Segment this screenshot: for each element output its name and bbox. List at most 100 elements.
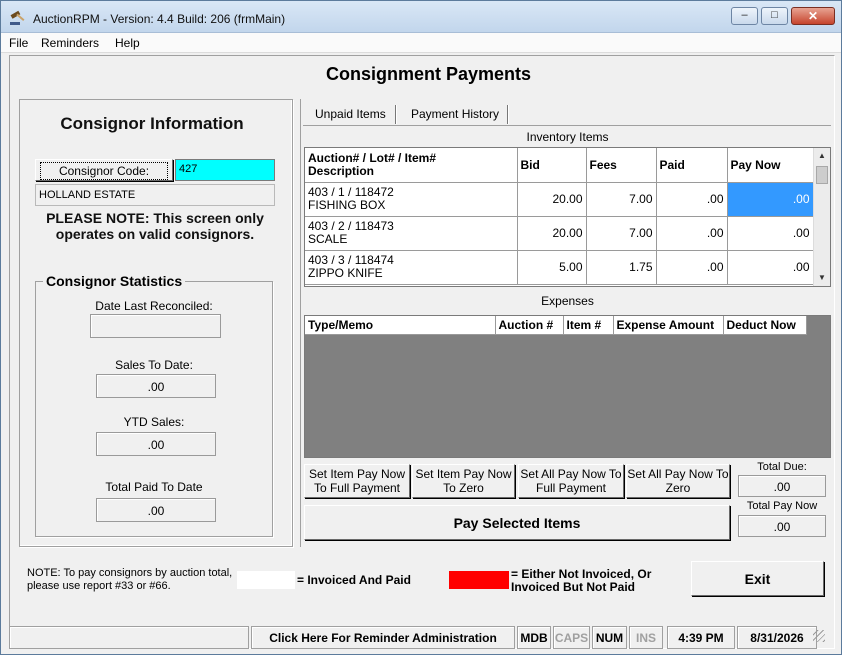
pay-now-cell[interactable]: .00	[727, 182, 814, 217]
expenses-grid: Type/Memo Auction # Item # Expense Amoun…	[304, 315, 831, 458]
bid-cell[interactable]: 20.00	[517, 216, 587, 251]
auction-gavel-icon	[10, 10, 25, 25]
sales-to-date-field: .00	[96, 374, 216, 398]
footer-note: NOTE: To pay consignors by auction total…	[27, 567, 233, 592]
scroll-up-icon[interactable]: ▲	[814, 148, 830, 164]
col-auction-number[interactable]: Auction #	[495, 316, 564, 335]
inventory-scrollbar[interactable]: ▲ ▼	[813, 148, 830, 286]
status-time: 4:39 PM	[667, 626, 735, 649]
maximize-icon: □	[771, 9, 778, 21]
inventory-row[interactable]: 403 / 2 / 118473 SCALE 20.00 7.00 .00 .00	[305, 216, 814, 251]
status-ins: INS	[629, 626, 663, 649]
paid-cell[interactable]: .00	[656, 250, 728, 285]
total-pay-now-label: Total Pay Now	[746, 500, 818, 512]
pay-now-cell[interactable]: .00	[727, 250, 814, 285]
total-pay-now-field: .00	[738, 515, 826, 537]
col-paid[interactable]: Paid	[656, 148, 728, 183]
bid-cell[interactable]: 20.00	[517, 182, 587, 217]
col-auction-lot-item[interactable]: Auction# / Lot# / Item# Description	[305, 148, 518, 183]
inventory-grid: Auction# / Lot# / Item# Description Bid …	[304, 147, 831, 287]
consignor-code-button-label: Consignor Code:	[40, 162, 168, 180]
date-last-reconciled-label: Date Last Reconciled:	[95, 299, 213, 313]
title-bar: AuctionRPM - Version: 4.4 Build: 206 (fr…	[1, 1, 841, 33]
legend-swatch-red	[449, 571, 509, 589]
col-bid[interactable]: Bid	[517, 148, 587, 183]
item-id: 403 / 2 / 118473	[308, 219, 394, 233]
pay-now-cell[interactable]: .00	[727, 216, 814, 251]
item-description: SCALE	[308, 232, 348, 246]
expenses-caption: Expenses	[541, 294, 594, 308]
total-paid-to-date-label: Total Paid To Date	[105, 480, 203, 494]
status-num: NUM	[592, 626, 627, 649]
close-button[interactable]: ✕	[791, 7, 835, 25]
legend-swatch-white	[237, 571, 295, 589]
col-deduct-now[interactable]: Deduct Now	[723, 316, 807, 335]
inventory-row[interactable]: 403 / 3 / 118474 ZIPPO KNIFE 5.00 1.75 .0…	[305, 250, 814, 285]
set-all-full-button[interactable]: Set All Pay Now To Full Payment	[518, 464, 624, 498]
window-title: AuctionRPM - Version: 4.4 Build: 206 (fr…	[33, 12, 286, 26]
consignor-name-field: HOLLAND ESTATE	[35, 184, 275, 206]
page-title: Consignment Payments	[325, 64, 532, 84]
tab-separator	[395, 105, 397, 124]
minimize-icon: –	[741, 9, 748, 21]
menu-help[interactable]: Help	[115, 36, 140, 50]
ytd-sales-field: .00	[96, 432, 216, 456]
maximize-button[interactable]: □	[761, 7, 788, 25]
minimize-button[interactable]: –	[731, 7, 758, 25]
status-panel-empty	[9, 626, 249, 649]
set-item-full-button[interactable]: Set Item Pay Now To Full Payment	[304, 464, 410, 498]
ytd-sales-label: YTD Sales:	[123, 415, 185, 429]
menu-bar: File Reminders Help	[1, 33, 841, 53]
col-type-memo[interactable]: Type/Memo	[305, 316, 496, 335]
item-id: 403 / 3 / 118474	[308, 253, 394, 267]
consignor-section-title: Consignor Information	[60, 114, 244, 133]
item-description: FISHING BOX	[308, 198, 386, 212]
set-all-zero-button[interactable]: Set All Pay Now To Zero	[626, 464, 730, 498]
status-caps: CAPS	[553, 626, 590, 649]
scroll-thumb[interactable]	[816, 166, 828, 184]
item-id: 403 / 1 / 118472	[308, 185, 394, 199]
close-icon: ✕	[807, 9, 819, 23]
item-id-cell[interactable]: 403 / 2 / 118473 SCALE	[305, 216, 518, 251]
bid-cell[interactable]: 5.00	[517, 250, 587, 285]
item-id-cell[interactable]: 403 / 3 / 118474 ZIPPO KNIFE	[305, 250, 518, 285]
col-pay-now[interactable]: Pay Now	[727, 148, 814, 183]
resize-grip-icon[interactable]	[813, 630, 825, 642]
fees-cell[interactable]: 7.00	[586, 216, 657, 251]
pay-selected-items-button[interactable]: Pay Selected Items	[304, 505, 730, 540]
valid-consignor-note: PLEASE NOTE: This screen only operates o…	[46, 210, 264, 242]
legend-not-invoiced: = Either Not Invoiced, Or Invoiced But N…	[511, 567, 652, 594]
tab-separator	[507, 105, 509, 124]
item-id-cell[interactable]: 403 / 1 / 118472 FISHING BOX	[305, 182, 518, 217]
exit-button[interactable]: Exit	[691, 561, 824, 596]
legend-invoiced-paid: = Invoiced And Paid	[297, 573, 411, 587]
status-bar: Click Here For Reminder Administration M…	[9, 626, 835, 650]
paid-cell[interactable]: .00	[656, 182, 728, 217]
date-last-reconciled-field	[90, 314, 221, 338]
inventory-row[interactable]: 403 / 1 / 118472 FISHING BOX 20.00 7.00 .…	[305, 182, 814, 217]
fees-cell[interactable]: 7.00	[586, 182, 657, 217]
main-window: AuctionRPM - Version: 4.4 Build: 206 (fr…	[0, 0, 842, 655]
total-paid-to-date-field: .00	[96, 498, 216, 522]
col-expense-amount[interactable]: Expense Amount	[613, 316, 724, 335]
set-item-zero-button[interactable]: Set Item Pay Now To Zero	[412, 464, 515, 498]
scroll-down-icon[interactable]: ▼	[814, 270, 830, 286]
status-mdb: MDB	[517, 626, 551, 649]
consignor-code-input[interactable]: 427	[175, 159, 275, 181]
fees-cell[interactable]: 1.75	[586, 250, 657, 285]
col-item-number[interactable]: Item #	[563, 316, 614, 335]
tab-strip-line	[303, 125, 831, 126]
col-fees[interactable]: Fees	[586, 148, 657, 183]
item-description: ZIPPO KNIFE	[308, 266, 383, 280]
menu-file[interactable]: File	[9, 36, 28, 50]
consignor-code-button[interactable]: Consignor Code:	[35, 159, 173, 181]
tab-payment-history[interactable]: Payment History	[411, 105, 499, 125]
inventory-caption: Inventory Items	[526, 130, 609, 144]
status-date: 8/31/2026	[737, 626, 817, 649]
tab-unpaid-items[interactable]: Unpaid Items	[315, 105, 386, 125]
paid-cell[interactable]: .00	[656, 216, 728, 251]
consignor-statistics-title: Consignor Statistics	[43, 273, 186, 289]
sales-to-date-label: Sales To Date:	[115, 358, 193, 372]
menu-reminders[interactable]: Reminders	[41, 36, 99, 50]
reminder-admin-link[interactable]: Click Here For Reminder Administration	[251, 626, 515, 649]
